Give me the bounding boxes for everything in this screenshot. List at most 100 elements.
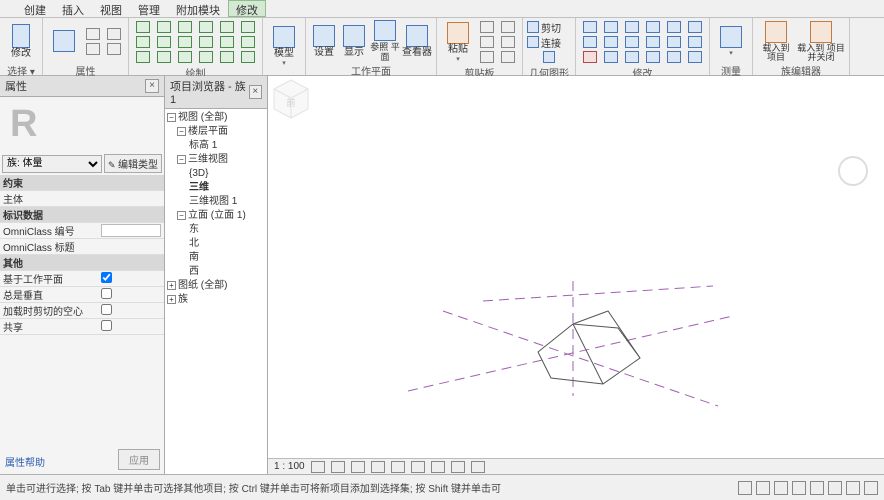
properties-help-link[interactable]: 属性帮助	[2, 451, 48, 472]
edit-type-button[interactable]: ✎ 编辑类型	[104, 154, 162, 173]
workset-icon[interactable]	[738, 481, 752, 495]
3d-active-node[interactable]: 三维	[189, 182, 209, 193]
mod-d[interactable]	[580, 50, 600, 64]
family-type-select[interactable]: 族: 体量	[2, 155, 102, 173]
prop-host[interactable]: 主体	[0, 191, 164, 207]
mod-h[interactable]	[664, 50, 684, 64]
refplane-button[interactable]: 参照 平面	[370, 20, 400, 62]
prop-omniclass-title[interactable]: OmniClass 标题	[0, 239, 164, 255]
tree-toggle[interactable]: −	[167, 113, 176, 122]
model-button[interactable]: 模型▾	[267, 26, 301, 68]
apply-button[interactable]: 应用	[118, 449, 160, 470]
menu-create[interactable]: 创建	[16, 0, 54, 17]
viewport[interactable]: 前 1 : 100	[268, 76, 884, 474]
cb-cutvoids[interactable]	[101, 304, 112, 315]
floorplans-node[interactable]: 楼层平面	[188, 126, 228, 137]
drawing-canvas[interactable]	[268, 76, 884, 474]
elev-north[interactable]: 北	[189, 238, 199, 249]
elev-south[interactable]: 南	[189, 252, 199, 263]
temp-hide-icon[interactable]	[451, 461, 465, 473]
load-into-project-button[interactable]: 载入到 项目	[757, 20, 795, 62]
draw-c1[interactable]	[133, 50, 153, 64]
sheets-node[interactable]: 图纸 (全部)	[178, 280, 227, 291]
cb-vertical[interactable]	[101, 288, 112, 299]
draw-a4[interactable]	[196, 35, 216, 49]
detail-level-icon[interactable]	[311, 461, 325, 473]
cb-s3[interactable]	[477, 35, 497, 49]
browser-close-button[interactable]: ×	[249, 85, 263, 99]
mod-9[interactable]	[622, 35, 642, 49]
properties-close-button[interactable]: ×	[145, 79, 159, 93]
select-face-icon[interactable]	[828, 481, 842, 495]
crop-region-icon[interactable]	[411, 461, 425, 473]
cb-s5[interactable]	[477, 50, 497, 64]
sun-path-icon[interactable]	[351, 461, 365, 473]
menu-addins[interactable]: 附加模块	[168, 0, 228, 17]
cb-s2[interactable]	[498, 20, 518, 34]
show-wp-button[interactable]: 显示	[340, 20, 368, 62]
tree-toggle[interactable]: −	[177, 155, 186, 164]
3d-default-node[interactable]: {3D}	[189, 168, 208, 179]
draw-arc2[interactable]	[238, 20, 258, 34]
prop-shared[interactable]: 共享	[0, 319, 164, 335]
properties-button[interactable]	[47, 20, 81, 62]
menu-manage[interactable]: 管理	[130, 0, 168, 17]
mod-a[interactable]	[643, 35, 663, 49]
elev-node[interactable]: 立面 (立面 1)	[188, 210, 246, 221]
mod-6[interactable]	[685, 20, 705, 34]
prop-cut-voids[interactable]: 加载时剪切的空心	[0, 303, 164, 319]
cb-workplane[interactable]	[101, 272, 112, 283]
draw-c4[interactable]	[196, 50, 216, 64]
mod-f[interactable]	[622, 50, 642, 64]
mod-e[interactable]	[601, 50, 621, 64]
reveal-icon[interactable]	[471, 461, 485, 473]
menu-modify[interactable]: 修改	[228, 0, 266, 17]
prop-omniclass-num[interactable]: OmniClass 编号	[0, 223, 164, 239]
elev-west[interactable]: 西	[189, 266, 199, 277]
scale-label[interactable]: 1 : 100	[274, 461, 305, 472]
mod-8[interactable]	[601, 35, 621, 49]
draw-c2[interactable]	[154, 50, 174, 64]
draw-a6[interactable]	[238, 35, 258, 49]
cut-geo-button[interactable]: 剪切	[527, 20, 571, 34]
draw-circ[interactable]	[196, 20, 216, 34]
draw-a3[interactable]	[175, 35, 195, 49]
3d-view1-node[interactable]: 三维视图 1	[189, 196, 237, 207]
cb-s4[interactable]	[498, 35, 518, 49]
shadows-icon[interactable]	[371, 461, 385, 473]
menu-view[interactable]: 视图	[92, 0, 130, 17]
draw-c5[interactable]	[217, 50, 237, 64]
view-cube[interactable]: 前	[268, 76, 314, 122]
geo-s3[interactable]	[527, 50, 571, 64]
filter-icon[interactable]	[864, 481, 878, 495]
load-close-button[interactable]: 载入到 项目并关闭	[797, 20, 845, 62]
mod-1[interactable]	[580, 20, 600, 34]
prop-always-vertical[interactable]: 总是垂直	[0, 287, 164, 303]
mod-5[interactable]	[664, 20, 684, 34]
omniclass-input[interactable]	[101, 224, 161, 237]
views-node[interactable]: 视图 (全部)	[178, 112, 227, 123]
paste-button[interactable]: 粘贴▾	[441, 21, 475, 63]
draw-a5[interactable]	[217, 35, 237, 49]
prop-small-4[interactable]	[104, 42, 124, 56]
tree-toggle[interactable]: +	[167, 281, 176, 290]
prop-workplane-based[interactable]: 基于工作平面	[0, 271, 164, 287]
measure-button[interactable]: ▾	[714, 20, 748, 62]
select-pinned-icon[interactable]	[810, 481, 824, 495]
mod-c[interactable]	[685, 35, 705, 49]
mod-7[interactable]	[580, 35, 600, 49]
draw-poly[interactable]	[175, 20, 195, 34]
select-links-icon[interactable]	[774, 481, 788, 495]
draw-a1[interactable]	[133, 35, 153, 49]
design-options-icon[interactable]	[756, 481, 770, 495]
draw-c6[interactable]	[238, 50, 258, 64]
mod-2[interactable]	[601, 20, 621, 34]
cb-s1[interactable]	[477, 20, 497, 34]
visual-style-icon[interactable]	[331, 461, 345, 473]
modify-button[interactable]: 修改	[4, 20, 38, 62]
prop-small-3[interactable]	[83, 42, 103, 56]
mod-4[interactable]	[643, 20, 663, 34]
mod-i[interactable]	[685, 50, 705, 64]
prop-small-2[interactable]	[104, 27, 124, 41]
set-wp-button[interactable]: 设置	[310, 20, 338, 62]
